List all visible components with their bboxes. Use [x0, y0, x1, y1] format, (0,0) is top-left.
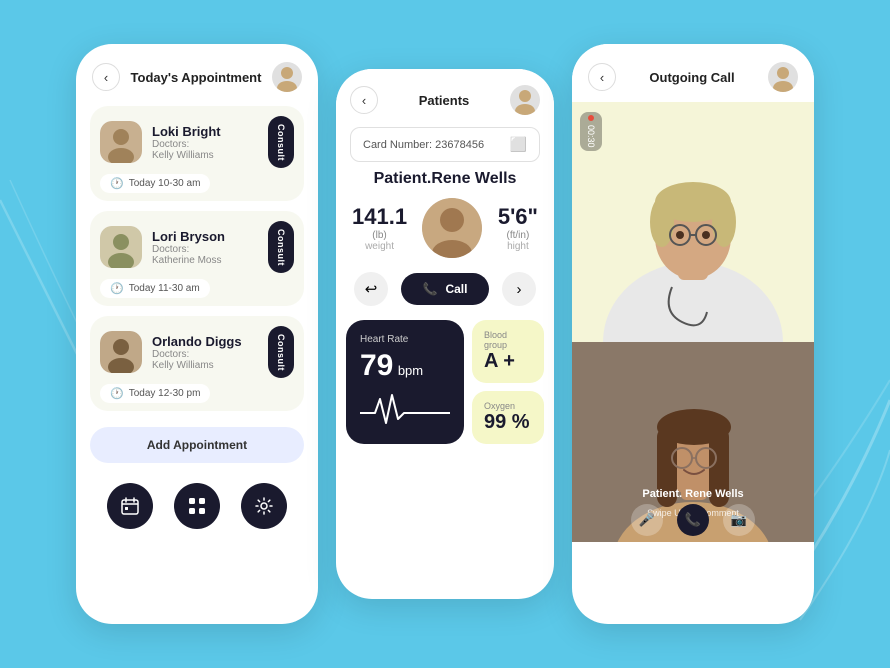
patient-avatar-3	[100, 331, 142, 373]
heart-rate-unit: bpm	[398, 363, 423, 378]
recording-dot	[588, 115, 594, 121]
appointment-time-2: 🕐 Today 11-30 am	[100, 279, 210, 298]
back-button-right[interactable]: ‹	[588, 63, 616, 91]
appointment-time-1: 🕐 Today 10-30 am	[100, 174, 210, 193]
next-button[interactable]: ›	[502, 272, 536, 306]
consult-button-3[interactable]: Consult	[268, 326, 294, 378]
appointment-cards: Loki Bright Doctors: Kelly Williams Cons…	[76, 102, 318, 419]
center-phone-header: ‹ Patients	[336, 69, 554, 123]
patient-doctor-label-3: Doctors:	[152, 349, 258, 360]
patient-info-3: Orlando Diggs Doctors: Kelly Williams	[152, 334, 258, 371]
blood-group-card: Blood group A +	[472, 320, 544, 383]
end-call-button[interactable]: 📞	[677, 504, 709, 536]
call-timer: 00:30	[580, 112, 602, 151]
weight-label: weight	[352, 241, 407, 252]
patient-avatar-2	[100, 226, 142, 268]
back-button-left[interactable]: ‹	[92, 63, 120, 91]
height-label: hight	[498, 241, 538, 252]
patient-info-2: Lori Bryson Doctors: Katherine Moss	[152, 229, 258, 266]
patient-avatar-center	[422, 198, 482, 258]
patient-name-center: Patient.Rene Wells	[336, 170, 554, 188]
refresh-button[interactable]: ↩	[354, 272, 388, 306]
weight-value: 141.1	[352, 204, 407, 230]
call-row: ↩ 📞 Call ›	[336, 266, 554, 312]
patient-stats-row: 141.1 (lb) weight 5'6" (ft/in) hight	[336, 198, 554, 258]
patient-video-area: Patient. Rene Wells Swipe Up To Comment …	[572, 342, 814, 542]
card-icon: ⬜	[510, 136, 527, 153]
consult-button-2[interactable]: Consult	[268, 221, 294, 273]
blood-group-label: Blood group	[484, 330, 532, 350]
heart-rate-card: Heart Rate 79 bpm	[346, 320, 464, 444]
right-phone-title: Outgoing Call	[649, 70, 734, 85]
height-value: 5'6"	[498, 204, 538, 230]
call-button[interactable]: 📞 Call	[401, 273, 490, 305]
patient-doctor-label-2: Doctors:	[152, 244, 258, 255]
header-avatar-center	[510, 85, 540, 115]
height-stat: 5'6" (ft/in) hight	[498, 204, 538, 252]
header-avatar-right	[768, 62, 798, 92]
header-avatar-left	[272, 62, 302, 92]
add-appointment-button[interactable]: Add Appointment	[90, 427, 304, 463]
oxygen-card: Oxygen 99 %	[472, 391, 544, 444]
nav-calendar-button[interactable]	[107, 483, 153, 529]
appointment-time-3: 🕐 Today 12-30 pm	[100, 384, 210, 403]
back-button-center[interactable]: ‹	[350, 86, 378, 114]
oxygen-label: Oxygen	[484, 401, 532, 411]
call-label: Call	[445, 282, 467, 296]
left-phone-header: ‹ Today's Appointment	[76, 44, 318, 102]
card-number-row: Card Number: 23678456 ⬜	[350, 127, 540, 162]
nav-settings-button[interactable]	[241, 483, 287, 529]
patient-name-3: Orlando Diggs	[152, 334, 258, 349]
patient-doctor-label-1: Doctors:	[152, 139, 258, 150]
heart-rate-label: Heart Rate	[360, 334, 450, 345]
patient-overlay-name: Patient. Rene Wells	[572, 488, 814, 500]
phones-container: ‹ Today's Appointment	[76, 44, 814, 624]
patient-doctor-1: Kelly Williams	[152, 150, 258, 161]
center-phone-title: Patients	[419, 93, 470, 108]
card-number-text: Card Number: 23678456	[363, 139, 484, 151]
patient-info-1: Loki Bright Doctors: Kelly Williams	[152, 124, 258, 161]
patient-doctor-2: Katherine Moss	[152, 255, 258, 266]
bottom-navigation	[76, 471, 318, 545]
consult-button-1[interactable]: Consult	[268, 116, 294, 168]
weight-stat: 141.1 (lb) weight	[352, 204, 407, 252]
heart-rate-value-display: 79 bpm	[360, 349, 450, 383]
mute-button[interactable]: 🎤	[631, 504, 663, 536]
appointment-card-3: Orlando Diggs Doctors: Kelly Williams Co…	[90, 316, 304, 411]
left-phone-title: Today's Appointment	[131, 70, 262, 85]
appointment-card-1: Loki Bright Doctors: Kelly Williams Cons…	[90, 106, 304, 201]
clock-icon-2: 🕐	[110, 282, 124, 295]
patient-name-1: Loki Bright	[152, 124, 258, 139]
health-cards: Heart Rate 79 bpm Blood group A +	[336, 320, 554, 454]
doctor-video-area: 00:30	[572, 102, 814, 342]
call-controls: 🎤 📞 📷	[572, 504, 814, 536]
clock-icon-3: 🕐	[110, 387, 124, 400]
phone-icon: 📞	[423, 282, 438, 296]
patient-doctor-3: Kelly Williams	[152, 360, 258, 371]
patient-avatar-1	[100, 121, 142, 163]
center-phone: ‹ Patients Card Number: 23678456 ⬜ Patie…	[336, 69, 554, 599]
right-phone-header: ‹ Outgoing Call	[572, 44, 814, 102]
nav-grid-button[interactable]	[174, 483, 220, 529]
camera-button[interactable]: 📷	[723, 504, 755, 536]
right-phone: ‹ Outgoing Call 00:30	[572, 44, 814, 624]
side-health-cards: Blood group A + Oxygen 99 %	[472, 320, 544, 444]
left-phone: ‹ Today's Appointment	[76, 44, 318, 624]
oxygen-value: 99 %	[484, 411, 532, 434]
patient-name-2: Lori Bryson	[152, 229, 258, 244]
height-unit: (ft/in)	[498, 230, 538, 241]
clock-icon-1: 🕐	[110, 177, 124, 190]
heart-rate-number: 79	[360, 349, 393, 382]
appointment-card-2: Lori Bryson Doctors: Katherine Moss Cons…	[90, 211, 304, 306]
heart-wave-svg	[360, 391, 450, 432]
blood-group-value: A +	[484, 350, 532, 373]
weight-unit: (lb)	[352, 230, 407, 241]
